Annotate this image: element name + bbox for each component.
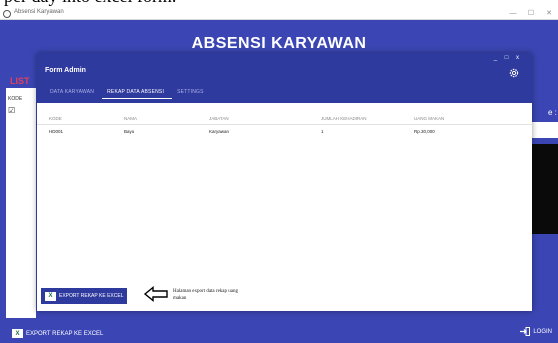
- export-excel-button[interactable]: X EXPORT REKAP KE EXCEL: [12, 327, 103, 340]
- maximize-button[interactable]: ☐: [522, 8, 540, 20]
- form-admin-header: Form Admin _ □ x DATA KARYAWAN REKAP DAT…: [37, 53, 532, 103]
- login-button[interactable]: LOGIN: [520, 327, 552, 336]
- header-uang-makan[interactable]: UANG MAKAN: [414, 116, 444, 121]
- right-black-panel: [530, 144, 558, 234]
- header-jumlah-kehadiran[interactable]: JUMLAH KEHADIRAN: [321, 116, 367, 121]
- kode-column-header: KODE: [8, 96, 23, 102]
- header-jabatan[interactable]: JABATAN: [209, 116, 229, 121]
- cell-jabatan: Karyawan: [209, 129, 230, 134]
- close-button[interactable]: ✕: [540, 8, 558, 20]
- app-heading: ABSENSI KARYAWAN: [191, 35, 367, 52]
- excel-icon: X: [12, 329, 23, 338]
- login-label: LOGIN: [533, 328, 552, 335]
- right-input-field[interactable]: [530, 122, 558, 138]
- tab-data-karyawan[interactable]: DATA KARYAWAN: [45, 89, 102, 99]
- export-excel-label: EXPORT REKAP KE EXCEL: [26, 330, 104, 337]
- export-rekap-excel-button[interactable]: X EXPORT REKAP KE EXCEL: [41, 288, 128, 304]
- bottom-bar: X EXPORT REKAP KE EXCEL LOGIN: [0, 323, 558, 343]
- cell-uang-makan: Rp.30,000: [414, 129, 435, 134]
- main-window-title: Absensi Karyawan: [14, 9, 64, 15]
- export-rekap-excel-label: EXPORT REKAP KE EXCEL: [59, 293, 124, 299]
- header-kode[interactable]: KODE: [49, 116, 62, 121]
- login-icon: [520, 327, 531, 336]
- table-row[interactable]: HD001 Bayu Karyawan 1 Rp.30,000: [37, 127, 532, 139]
- form-admin-tabs: DATA KARYAWAN REKAP DATA ABSENSI SETTING…: [45, 89, 212, 99]
- list-label: LIST: [10, 76, 30, 86]
- rekap-table-panel: KODE NAMA JABATAN JUMLAH KEHADIRAN UANG …: [37, 103, 532, 311]
- left-list-panel: KODE ☑: [6, 88, 36, 318]
- tab-rekap-data-absensi[interactable]: REKAP DATA ABSENSI: [102, 89, 173, 99]
- cell-jumlah-kehadiran: 1: [321, 129, 324, 134]
- cell-nama: Bayu: [124, 129, 135, 134]
- app-icon: [3, 10, 11, 18]
- tab-settings[interactable]: SETTINGS: [172, 89, 212, 99]
- gear-icon[interactable]: [508, 67, 520, 79]
- annotation-note: Halaman export data rekap uang makan: [173, 289, 238, 301]
- excel-icon: X: [45, 291, 56, 301]
- table-header: KODE NAMA JABATAN JUMLAH KEHADIRAN UANG …: [37, 113, 532, 125]
- form-admin-title: Form Admin: [45, 67, 86, 74]
- header-nama[interactable]: NAMA: [124, 116, 137, 121]
- form-admin-window: Form Admin _ □ x DATA KARYAWAN REKAP DAT…: [37, 53, 532, 311]
- right-field-label: e :: [548, 108, 557, 117]
- left-arrow-icon: [143, 286, 168, 302]
- minimize-button[interactable]: —: [504, 8, 522, 20]
- main-titlebar: Absensi Karyawan — ☐ ✕: [0, 8, 558, 20]
- cell-kode: HD001: [49, 129, 64, 134]
- form-admin-window-controls[interactable]: _ □ x: [494, 55, 522, 61]
- check-icon: ☑: [8, 106, 16, 115]
